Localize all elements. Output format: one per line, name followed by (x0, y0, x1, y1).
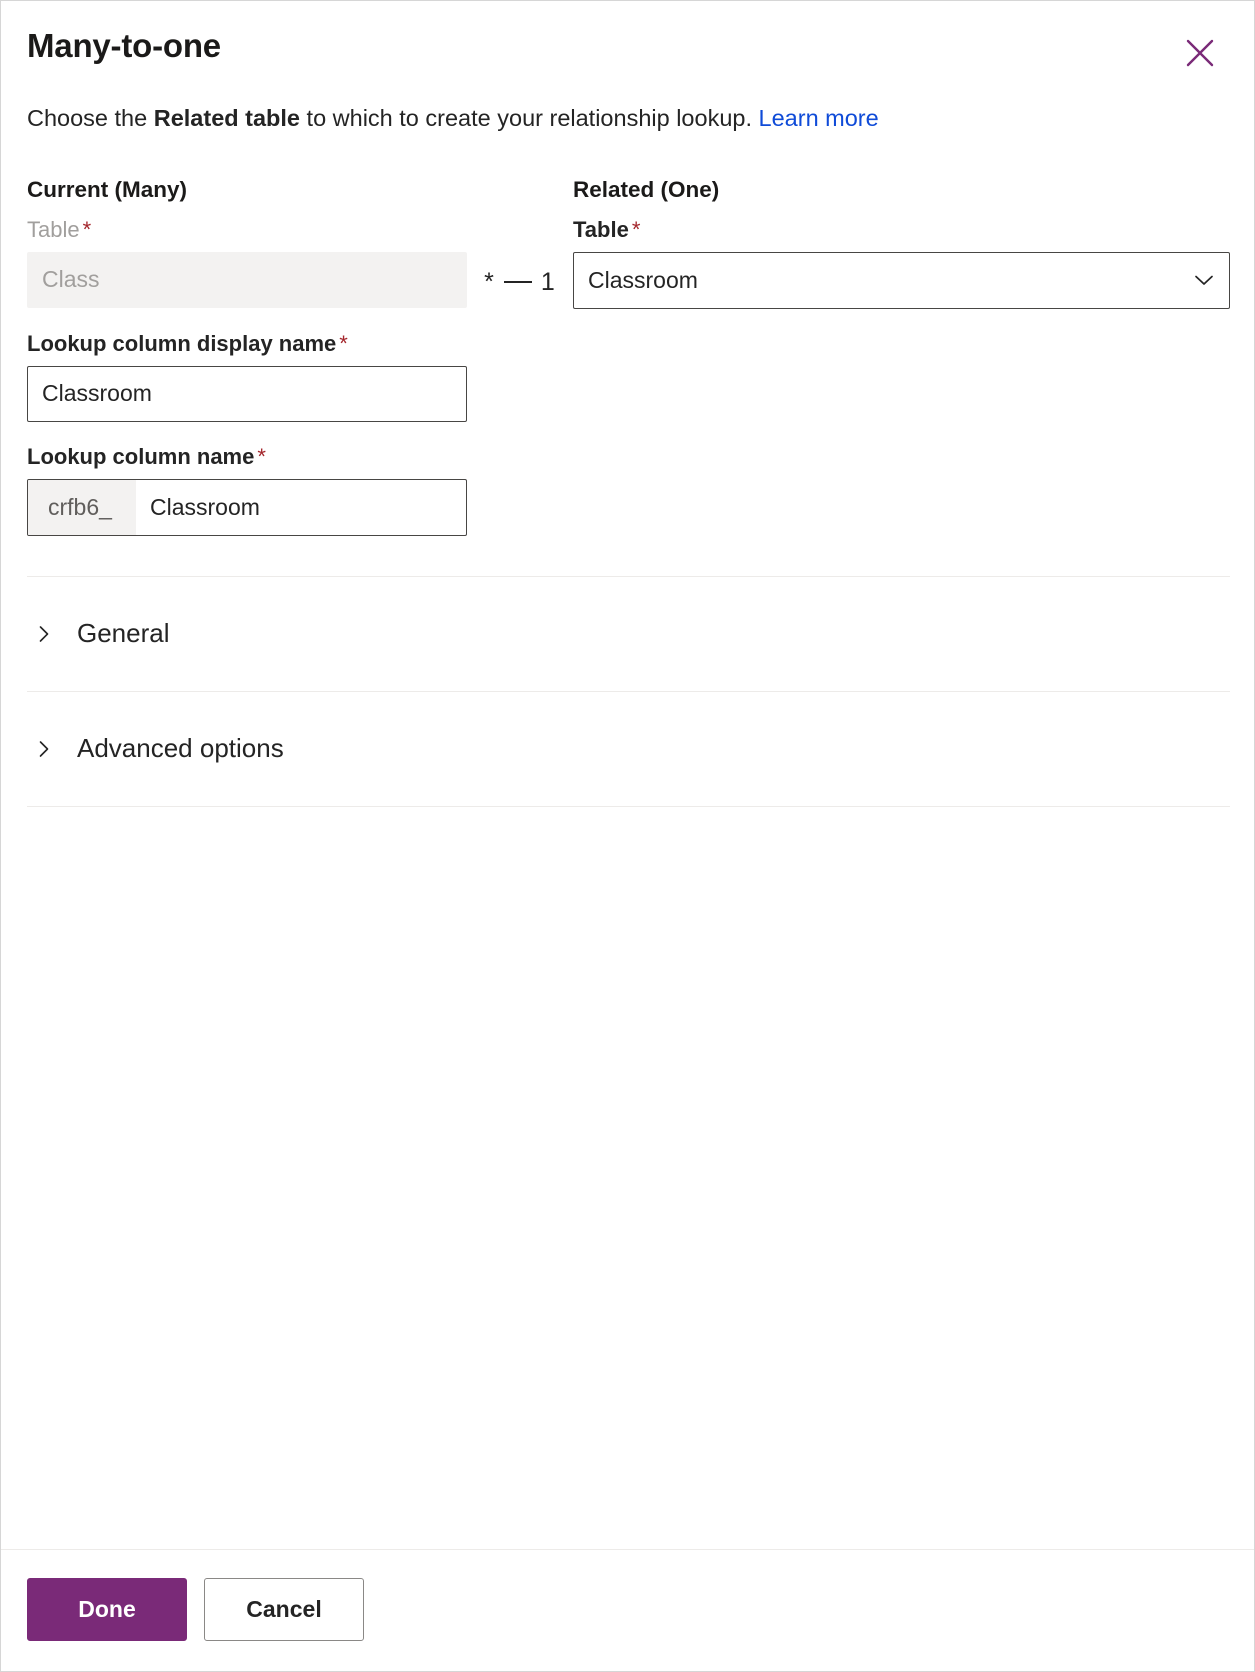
current-table-input (27, 251, 467, 308)
current-table-label: Table * (27, 216, 92, 242)
cardinality-one: 1 (540, 267, 556, 296)
accordion-group: General Advanced options (27, 575, 1230, 807)
description-strong: Related table (153, 105, 301, 131)
lookup-name-input-group: crfb6_ (27, 478, 467, 536)
page-title: Many-to-one (27, 27, 221, 64)
lookup-display-name-label: Lookup column display name * (27, 330, 348, 356)
required-asterisk: * (82, 216, 92, 242)
description-prefix: Choose the (27, 105, 154, 131)
dialog-description: Choose the Related table to which to cre… (1, 73, 1254, 135)
many-to-one-dialog: Many-to-one Choose the Related table to … (0, 0, 1255, 1672)
cancel-button[interactable]: Cancel (204, 1578, 364, 1641)
lookup-display-name-field: Lookup column display name * (27, 331, 467, 422)
accordion-advanced-options-label: Advanced options (77, 733, 284, 764)
close-button[interactable] (1180, 33, 1220, 73)
required-asterisk: * (257, 443, 266, 469)
related-one-column: Related (One) Table * Classroom (573, 177, 1230, 309)
dialog-footer: Done Cancel (1, 1549, 1254, 1671)
dialog-body: Current (Many) Table* * 1 Related (One) … (1, 135, 1254, 1549)
related-table-label: Table * (573, 216, 641, 242)
current-many-heading: Current (Many) (27, 176, 188, 202)
related-one-heading: Related (One) (573, 176, 720, 202)
lookup-display-name-input[interactable] (27, 365, 467, 422)
relationship-columns: Current (Many) Table* * 1 Related (One) … (27, 177, 1230, 309)
lookup-name-field: Lookup column name * crfb6_ (27, 444, 467, 536)
cardinality-line (503, 281, 532, 284)
lookup-name-input[interactable] (136, 479, 466, 535)
accordion-general-header[interactable]: General (27, 577, 1230, 691)
lookup-name-prefix: crfb6_ (28, 479, 136, 535)
done-button[interactable]: Done (27, 1578, 187, 1641)
chevron-down-icon (1179, 267, 1229, 293)
accordion-general: General (27, 575, 1230, 691)
learn-more-link[interactable]: Learn more (759, 105, 879, 131)
chevron-right-icon (33, 738, 55, 760)
related-table-value: Classroom (588, 266, 698, 293)
accordion-advanced-options-header[interactable]: Advanced options (27, 692, 1230, 806)
cardinality-indicator: * 1 (467, 177, 573, 309)
related-table-dropdown[interactable]: Classroom (573, 251, 1230, 309)
current-many-column: Current (Many) Table * (27, 177, 467, 309)
required-asterisk: * (339, 330, 348, 356)
lookup-name-label: Lookup column name * (27, 443, 266, 469)
cardinality-many: * (484, 267, 495, 296)
chevron-right-icon (33, 623, 55, 645)
description-middle: to which to create your relationship loo… (300, 105, 759, 131)
required-asterisk: * (631, 216, 641, 242)
accordion-advanced-options: Advanced options (27, 690, 1230, 807)
accordion-general-label: General (77, 618, 170, 649)
dialog-header: Many-to-one (1, 1, 1254, 73)
close-icon (1183, 36, 1217, 70)
